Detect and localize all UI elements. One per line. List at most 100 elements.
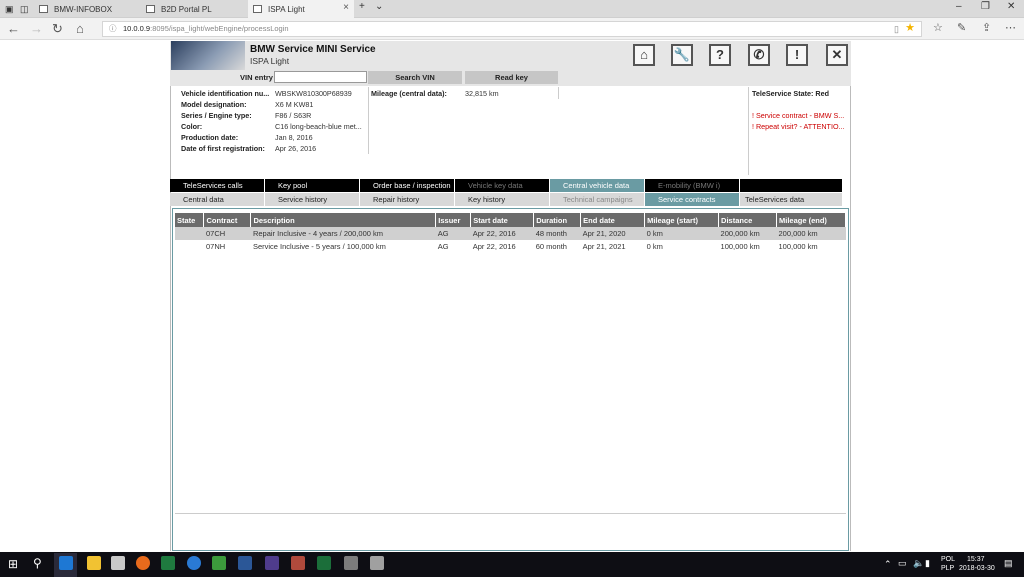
tray-chevron-icon[interactable]: ⌃ [884, 559, 892, 570]
url-host: 10.0.0.9 [123, 24, 151, 33]
firefox-icon[interactable] [136, 556, 150, 570]
column-header[interactable]: State [175, 213, 205, 227]
folder-icon[interactable] [111, 556, 125, 570]
excel-icon[interactable] [161, 556, 175, 570]
column-header[interactable]: Contract [203, 213, 252, 227]
teleservice-state: TeleService State: Red [752, 89, 829, 98]
vin-field-label: Vehicle identification nu... [181, 89, 270, 98]
tab-service-history[interactable]: Service history [265, 193, 359, 206]
battery-icon[interactable]: ▮ [925, 558, 930, 569]
chevron-down-icon[interactable]: ⌄ [375, 1, 383, 12]
keyboard-layout[interactable]: PLP [941, 565, 954, 572]
network-icon[interactable]: ▭ [898, 558, 907, 569]
home-button[interactable]: ⌂ [633, 44, 655, 66]
phone-button[interactable]: ✆ [748, 44, 770, 66]
vin-field-value: WBSKW810300P68939 [275, 89, 352, 98]
close-icon[interactable]: × [343, 2, 349, 13]
tab-preview-icon[interactable]: ◫ [18, 0, 34, 18]
file-explorer-icon[interactable] [87, 556, 101, 570]
table-cell: Service Inclusive - 5 years / 100,000 km [252, 242, 386, 251]
favorites-icon[interactable]: ☆ [933, 21, 943, 34]
contracts-panel [172, 208, 849, 551]
tab-order-base[interactable]: Order base / inspection [360, 179, 454, 192]
edge-icon[interactable] [59, 556, 73, 570]
volume-icon[interactable]: 🔈 [913, 558, 924, 569]
search-icon[interactable]: ⚲ [33, 556, 42, 570]
column-header[interactable]: Mileage (end) [776, 213, 847, 227]
alert-repeat-visit[interactable]: ! Repeat visit? - ATTENTIO... [752, 122, 845, 131]
table-cell: 200,000 km [718, 227, 777, 240]
favorite-star-icon[interactable]: ★ [905, 21, 915, 35]
reading-view-icon[interactable]: ▯ [894, 22, 899, 36]
tab-teleservices-calls[interactable]: TeleServices calls [170, 179, 264, 192]
registration-date-value: Apr 26, 2016 [275, 144, 317, 153]
app-icon[interactable] [291, 556, 305, 570]
alert-service-contract[interactable]: ! Service contract - BMW S... [752, 111, 844, 120]
column-header[interactable]: End date [580, 213, 646, 227]
search-vin-button[interactable]: Search VIN [368, 71, 462, 84]
notifications-icon[interactable]: ▤ [1004, 558, 1013, 569]
address-bar: ← → ↻ ⌂ ⓘ 10.0.0.9:8095/ispa_light/webEn… [0, 18, 1024, 40]
wrench-button[interactable]: 🔧 [671, 44, 693, 66]
tab-vehicle-key-data[interactable]: Vehicle key data [455, 179, 549, 192]
tab-key-history[interactable]: Key history [455, 193, 549, 206]
tab-central-vehicle-data[interactable]: Central vehicle data [550, 179, 644, 192]
forward-icon[interactable]: → [30, 21, 43, 36]
tab-central-data[interactable]: Central data [170, 193, 264, 206]
read-key-button[interactable]: Read key [465, 71, 558, 84]
service-contracts-table: State Contract Description Issuer Start … [175, 213, 847, 253]
tab-b2d-portal[interactable]: B2D Portal PL [141, 0, 247, 18]
home-icon[interactable]: ⌂ [76, 21, 84, 36]
word-icon[interactable] [238, 556, 252, 570]
rdp-app-icon[interactable] [317, 556, 331, 570]
color-label: Color: [181, 122, 203, 131]
table-cell: Repair Inclusive - 4 years / 200,000 km [250, 227, 436, 240]
tab-repair-history[interactable]: Repair history [360, 193, 454, 206]
vin-input[interactable] [274, 71, 367, 83]
clock-date[interactable]: 2018-03-30 [959, 565, 995, 572]
table-cell: Apr 21, 2020 [580, 227, 645, 240]
column-header[interactable]: Distance [718, 213, 777, 227]
table-row[interactable]: 07CH Repair Inclusive - 4 years / 200,00… [175, 227, 846, 240]
minimize-icon[interactable]: – [956, 1, 962, 12]
share-icon[interactable]: ⇪ [982, 21, 991, 34]
alert-button[interactable]: ! [786, 44, 808, 66]
model-label: Model designation: [181, 100, 247, 109]
column-header[interactable]: Description [250, 213, 437, 227]
maximize-icon[interactable]: ❐ [981, 1, 990, 12]
column-header[interactable]: Start date [470, 213, 535, 227]
mileage-label: Mileage (central data): [371, 89, 447, 98]
tab-bmw-infobox[interactable]: BMW-INFOBOX [34, 0, 140, 18]
pen-icon[interactable]: ✎ [957, 21, 966, 34]
table-cell: 07CH [203, 227, 251, 240]
onenote-icon[interactable] [265, 556, 279, 570]
window-app-icon[interactable] [344, 556, 358, 570]
tab-service-contracts[interactable]: Service contracts [645, 193, 739, 206]
close-button[interactable]: ✕ [826, 44, 848, 66]
tab-key-pool[interactable]: Key pool [265, 179, 359, 192]
column-header[interactable]: Duration [533, 213, 582, 227]
table-row[interactable]: 07NH Service Inclusive - 5 years / 100,0… [175, 240, 846, 253]
url-field[interactable]: ⓘ 10.0.0.9:8095/ispa_light/webEngine/pro… [102, 21, 922, 37]
tab-ispa-light[interactable]: ISPA Light × [248, 0, 354, 18]
clock-time[interactable]: 15:37 [967, 556, 985, 563]
new-tab-icon[interactable]: + [359, 1, 365, 12]
tab-label: BMW-INFOBOX [54, 4, 113, 14]
tab-teleservices-data[interactable]: TeleServices data [740, 193, 842, 206]
table-cell: 100,000 km [778, 242, 818, 251]
more-icon[interactable]: ⋯ [1005, 21, 1016, 34]
language-code[interactable]: POL [941, 556, 955, 563]
refresh-icon[interactable]: ↻ [52, 21, 63, 37]
tab-e-mobility[interactable]: E-mobility (BMW i) [645, 179, 739, 192]
pattern-app-icon[interactable] [370, 556, 384, 570]
back-icon[interactable]: ← [7, 21, 20, 36]
tab-technical-campaigns[interactable]: Technical campaigns [550, 193, 644, 206]
column-header[interactable]: Issuer [435, 213, 472, 227]
column-header[interactable]: Mileage (start) [644, 213, 720, 227]
tab-actions-icon[interactable]: ▣ [0, 0, 18, 18]
windows-start-icon[interactable]: ⊞ [8, 557, 18, 571]
ie-icon[interactable] [187, 556, 201, 570]
help-button[interactable]: ? [709, 44, 731, 66]
chart-app-icon[interactable] [212, 556, 226, 570]
window-close-icon[interactable]: ✕ [1007, 1, 1015, 12]
